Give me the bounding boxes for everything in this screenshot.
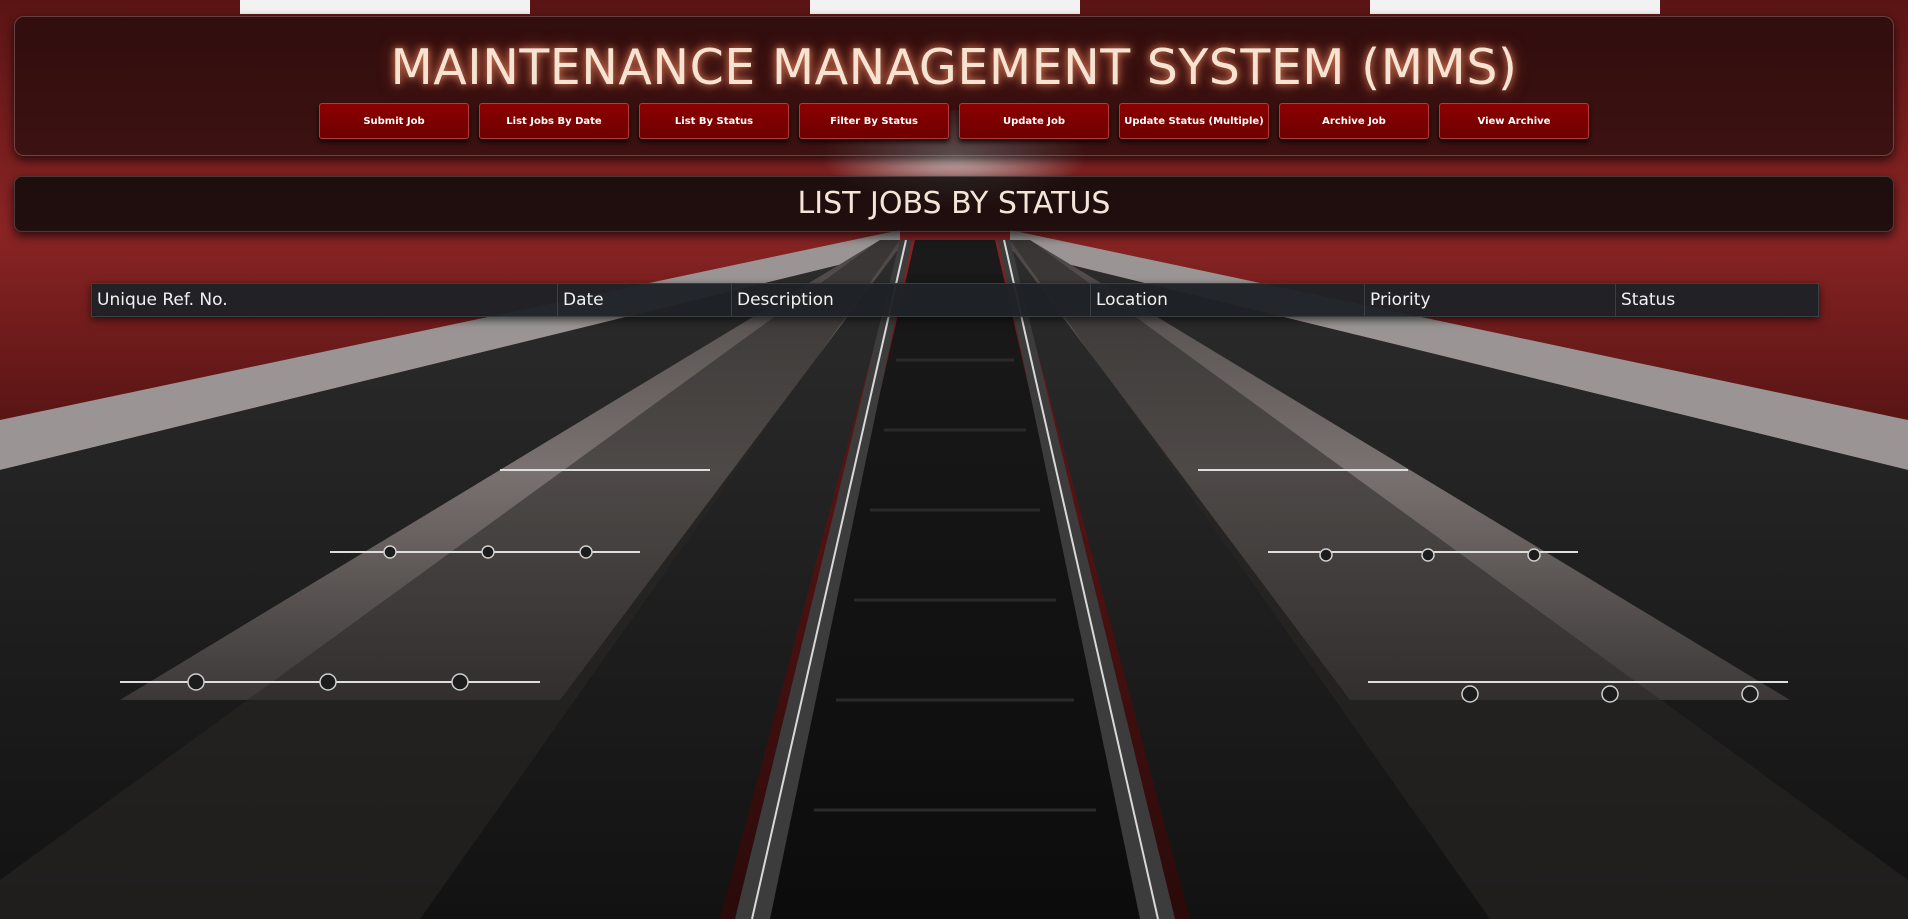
section-title: LIST JOBS BY STATUS (797, 186, 1111, 221)
header-panel: MAINTENANCE MANAGEMENT SYSTEM (MMS) Subm… (14, 16, 1894, 156)
column-header-location[interactable]: Location (1090, 283, 1365, 317)
update-status-multiple-button[interactable]: Update Status (Multiple) (1119, 103, 1269, 139)
section-heading-panel: LIST JOBS BY STATUS (14, 176, 1894, 232)
update-job-button[interactable]: Update Job (959, 103, 1109, 139)
filter-by-status-button[interactable]: Filter By Status (799, 103, 949, 139)
column-header-date[interactable]: Date (557, 283, 732, 317)
view-archive-button[interactable]: View Archive (1439, 103, 1589, 139)
column-header-ref-no[interactable]: Unique Ref. No. (91, 283, 558, 317)
table-header-row: Unique Ref. No. Date Description Locatio… (91, 283, 1819, 317)
submit-job-button[interactable]: Submit Job (319, 103, 469, 139)
list-by-status-button[interactable]: List By Status (639, 103, 789, 139)
main-nav: Submit Job List Jobs By Date List By Sta… (319, 103, 1589, 139)
archive-job-button[interactable]: Archive Job (1279, 103, 1429, 139)
column-header-description[interactable]: Description (731, 283, 1091, 317)
jobs-table: Unique Ref. No. Date Description Locatio… (91, 283, 1819, 317)
column-header-status[interactable]: Status (1615, 283, 1819, 317)
app-title: MAINTENANCE MANAGEMENT SYSTEM (MMS) (390, 39, 1518, 96)
column-header-priority[interactable]: Priority (1364, 283, 1616, 317)
list-jobs-by-date-button[interactable]: List Jobs By Date (479, 103, 629, 139)
